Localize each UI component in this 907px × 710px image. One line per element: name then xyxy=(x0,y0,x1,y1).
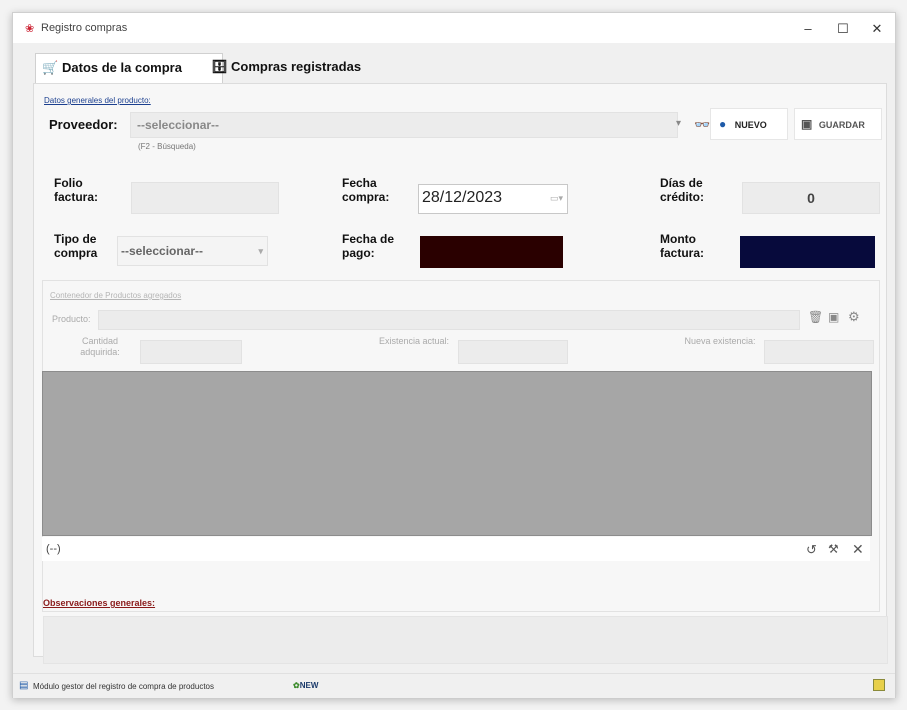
maximize-button[interactable]: ☐ xyxy=(831,19,855,39)
save-button[interactable]: ▣ GUARDAR xyxy=(794,108,882,140)
new-icon: ● xyxy=(719,117,727,131)
new-button[interactable]: ● NUEVO xyxy=(710,108,788,140)
status-text: Módulo gestor del registro de compra de … xyxy=(33,682,214,691)
observations-input[interactable] xyxy=(43,616,888,664)
invoice-amount-label: Monto factura: xyxy=(660,232,705,260)
general-section-title: Datos generales del producto: xyxy=(44,96,151,105)
stock-input[interactable] xyxy=(458,340,568,364)
purchase-date-label: Fecha compra: xyxy=(342,176,390,204)
tab-compras-registradas[interactable]: 🗄 Compras registradas xyxy=(205,53,401,81)
folio-input[interactable] xyxy=(131,182,279,214)
search-hint: (F2 - Búsqueda) xyxy=(138,142,196,151)
info-icon: ▤ xyxy=(19,680,29,691)
window-title: Registro compras xyxy=(41,22,128,34)
purchase-type-label: Tipo de compra xyxy=(54,232,98,260)
app-window: ❀ Registro compras – ☐ ✕ 🛒 Datos de la c… xyxy=(12,12,896,698)
products-grid[interactable] xyxy=(42,371,872,536)
new-stock-label: Nueva existencia: xyxy=(684,336,756,346)
resize-grip-icon[interactable] xyxy=(873,679,885,691)
wrench-icon[interactable]: ⚒ xyxy=(828,542,839,556)
folio-label: Folio factura: xyxy=(54,176,99,204)
calendar-icon[interactable]: ▭▾ xyxy=(550,193,563,204)
tab-label: Compras registradas xyxy=(231,59,362,74)
app-icon: ❀ xyxy=(25,23,35,35)
payment-date-field[interactable] xyxy=(420,236,563,268)
stock-label: Existencia actual: xyxy=(378,336,450,346)
cart-icon: 🛒 xyxy=(42,60,59,75)
payment-date-label: Fecha de pago: xyxy=(342,232,395,260)
products-section-title: Contenedor de Productos agregados xyxy=(50,291,182,300)
record-nav-text: (--) xyxy=(46,543,61,555)
invoice-amount-field[interactable] xyxy=(740,236,875,268)
ledger-icon: 🗄 xyxy=(211,59,228,74)
product-input[interactable] xyxy=(98,310,800,330)
supplier-label: Proveedor: xyxy=(49,117,118,132)
title-bar: ❀ Registro compras – ☐ ✕ xyxy=(13,13,895,43)
binoculars-icon[interactable]: 👓 xyxy=(694,117,710,133)
qty-label: Cantidad adquirida: xyxy=(80,336,120,357)
new-stock-input[interactable] xyxy=(764,340,874,364)
new-badge: ✿NEW xyxy=(293,681,319,690)
purchase-date-picker[interactable]: 28/12/2023 ▭▾ xyxy=(418,184,568,214)
tab-datos-compra[interactable]: 🛒 Datos de la compra xyxy=(35,53,223,84)
qty-input[interactable] xyxy=(140,340,242,364)
settings-icon[interactable]: ⚙ xyxy=(848,309,860,325)
grid-footer-bar: (--) ↺ ⚒ ✕ xyxy=(42,537,870,561)
close-button[interactable]: ✕ xyxy=(865,19,889,39)
purchase-panel: Datos generales del producto: Proveedor:… xyxy=(33,83,887,657)
purchase-type-select[interactable]: --seleccionar-- ▾ xyxy=(117,236,268,266)
refresh-icon[interactable]: ↺ xyxy=(806,542,817,558)
chevron-down-icon: ▾ xyxy=(258,246,263,256)
tab-label: Datos de la compra xyxy=(62,60,182,75)
supplier-search-icon[interactable]: ▾ xyxy=(676,118,681,129)
credit-days-input[interactable]: 0 xyxy=(742,182,880,214)
observations-label: Observaciones generales: xyxy=(43,598,156,608)
status-bar: ▤ Módulo gestor del registro de compra d… xyxy=(13,673,895,698)
credit-days-label: Días de crédito: xyxy=(660,176,705,204)
minimize-button[interactable]: – xyxy=(796,19,820,39)
leaf-icon: ✿ xyxy=(293,681,300,690)
floppy-icon: ▣ xyxy=(801,117,813,131)
disk-icon[interactable]: ▣ xyxy=(828,310,839,324)
trash-icon[interactable]: 🗑 xyxy=(808,310,823,324)
close-icon[interactable]: ✕ xyxy=(852,541,864,558)
product-label: Producto: xyxy=(52,314,91,324)
supplier-select[interactable]: --seleccionar-- xyxy=(130,112,678,138)
